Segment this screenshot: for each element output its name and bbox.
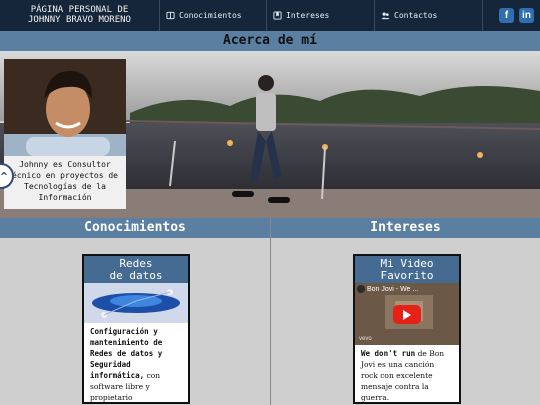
social-links: f in (493, 0, 540, 31)
nav-contactos[interactable]: Contactos (375, 0, 483, 31)
hero-image: Johnny es Consultor écnico en proyectos … (0, 51, 540, 218)
knowledge-title: Conocimientos (0, 218, 270, 238)
linkedin-icon[interactable]: in (519, 8, 534, 23)
nav-label: Contactos (394, 11, 438, 20)
interests-title: Intereses (271, 218, 540, 238)
about-title: Acerca de mí (0, 31, 540, 51)
interests-column: Intereses Mi Video Favorito Bon Jovi - W… (270, 218, 540, 405)
play-icon[interactable] (393, 305, 421, 324)
profile-photo (4, 59, 126, 156)
interests-card-text-bold: We don't run (361, 349, 416, 358)
profile-caption: Johnny es Consultor écnico en proyectos … (12, 160, 118, 202)
brand-line-1: PÁGINA PERSONAL DE (30, 5, 129, 15)
content-columns: Conocimientos Redes de datos Configuraci… (0, 218, 540, 405)
nav-label: Conocimientos (179, 11, 242, 20)
facebook-icon[interactable]: f (499, 8, 514, 23)
vevo-logo: vevo (359, 336, 372, 342)
interests-card-text: We don't run de Bon Jovi es una canción … (355, 345, 459, 405)
interests-card-title: Mi Video Favorito (355, 256, 459, 283)
bookmark-icon (273, 11, 282, 20)
interests-card[interactable]: Mi Video Favorito Bon Jovi - We ... vevo… (353, 254, 461, 404)
nav-intereses[interactable]: Intereses (267, 0, 375, 31)
knowledge-card-text: Configuración y mantenimiento de Redes d… (84, 323, 188, 405)
video-title: Bon Jovi - We ... (367, 286, 419, 293)
knowledge-card-title: Redes de datos (84, 256, 188, 283)
site-brand[interactable]: PÁGINA PERSONAL DE JOHNNY BRAVO MORENO (0, 0, 160, 31)
profile-card: Johnny es Consultor écnico en proyectos … (4, 59, 126, 209)
portrait-illustration (4, 59, 126, 156)
users-icon (381, 12, 390, 20)
network-globe-icon (84, 283, 188, 323)
youtube-video[interactable]: Bon Jovi - We ... vevo (355, 283, 459, 345)
top-nav: PÁGINA PERSONAL DE JOHNNY BRAVO MORENO C… (0, 0, 540, 31)
brand-line-2: JOHNNY BRAVO MORENO (28, 15, 131, 25)
book-icon (166, 11, 175, 20)
nav-conocimientos[interactable]: Conocimientos (160, 0, 267, 31)
knowledge-column: Conocimientos Redes de datos Configuraci… (0, 218, 270, 405)
knowledge-card[interactable]: Redes de datos Configuración y mantenimi… (82, 254, 190, 404)
network-image (84, 283, 188, 323)
nav-label: Intereses (286, 11, 330, 20)
